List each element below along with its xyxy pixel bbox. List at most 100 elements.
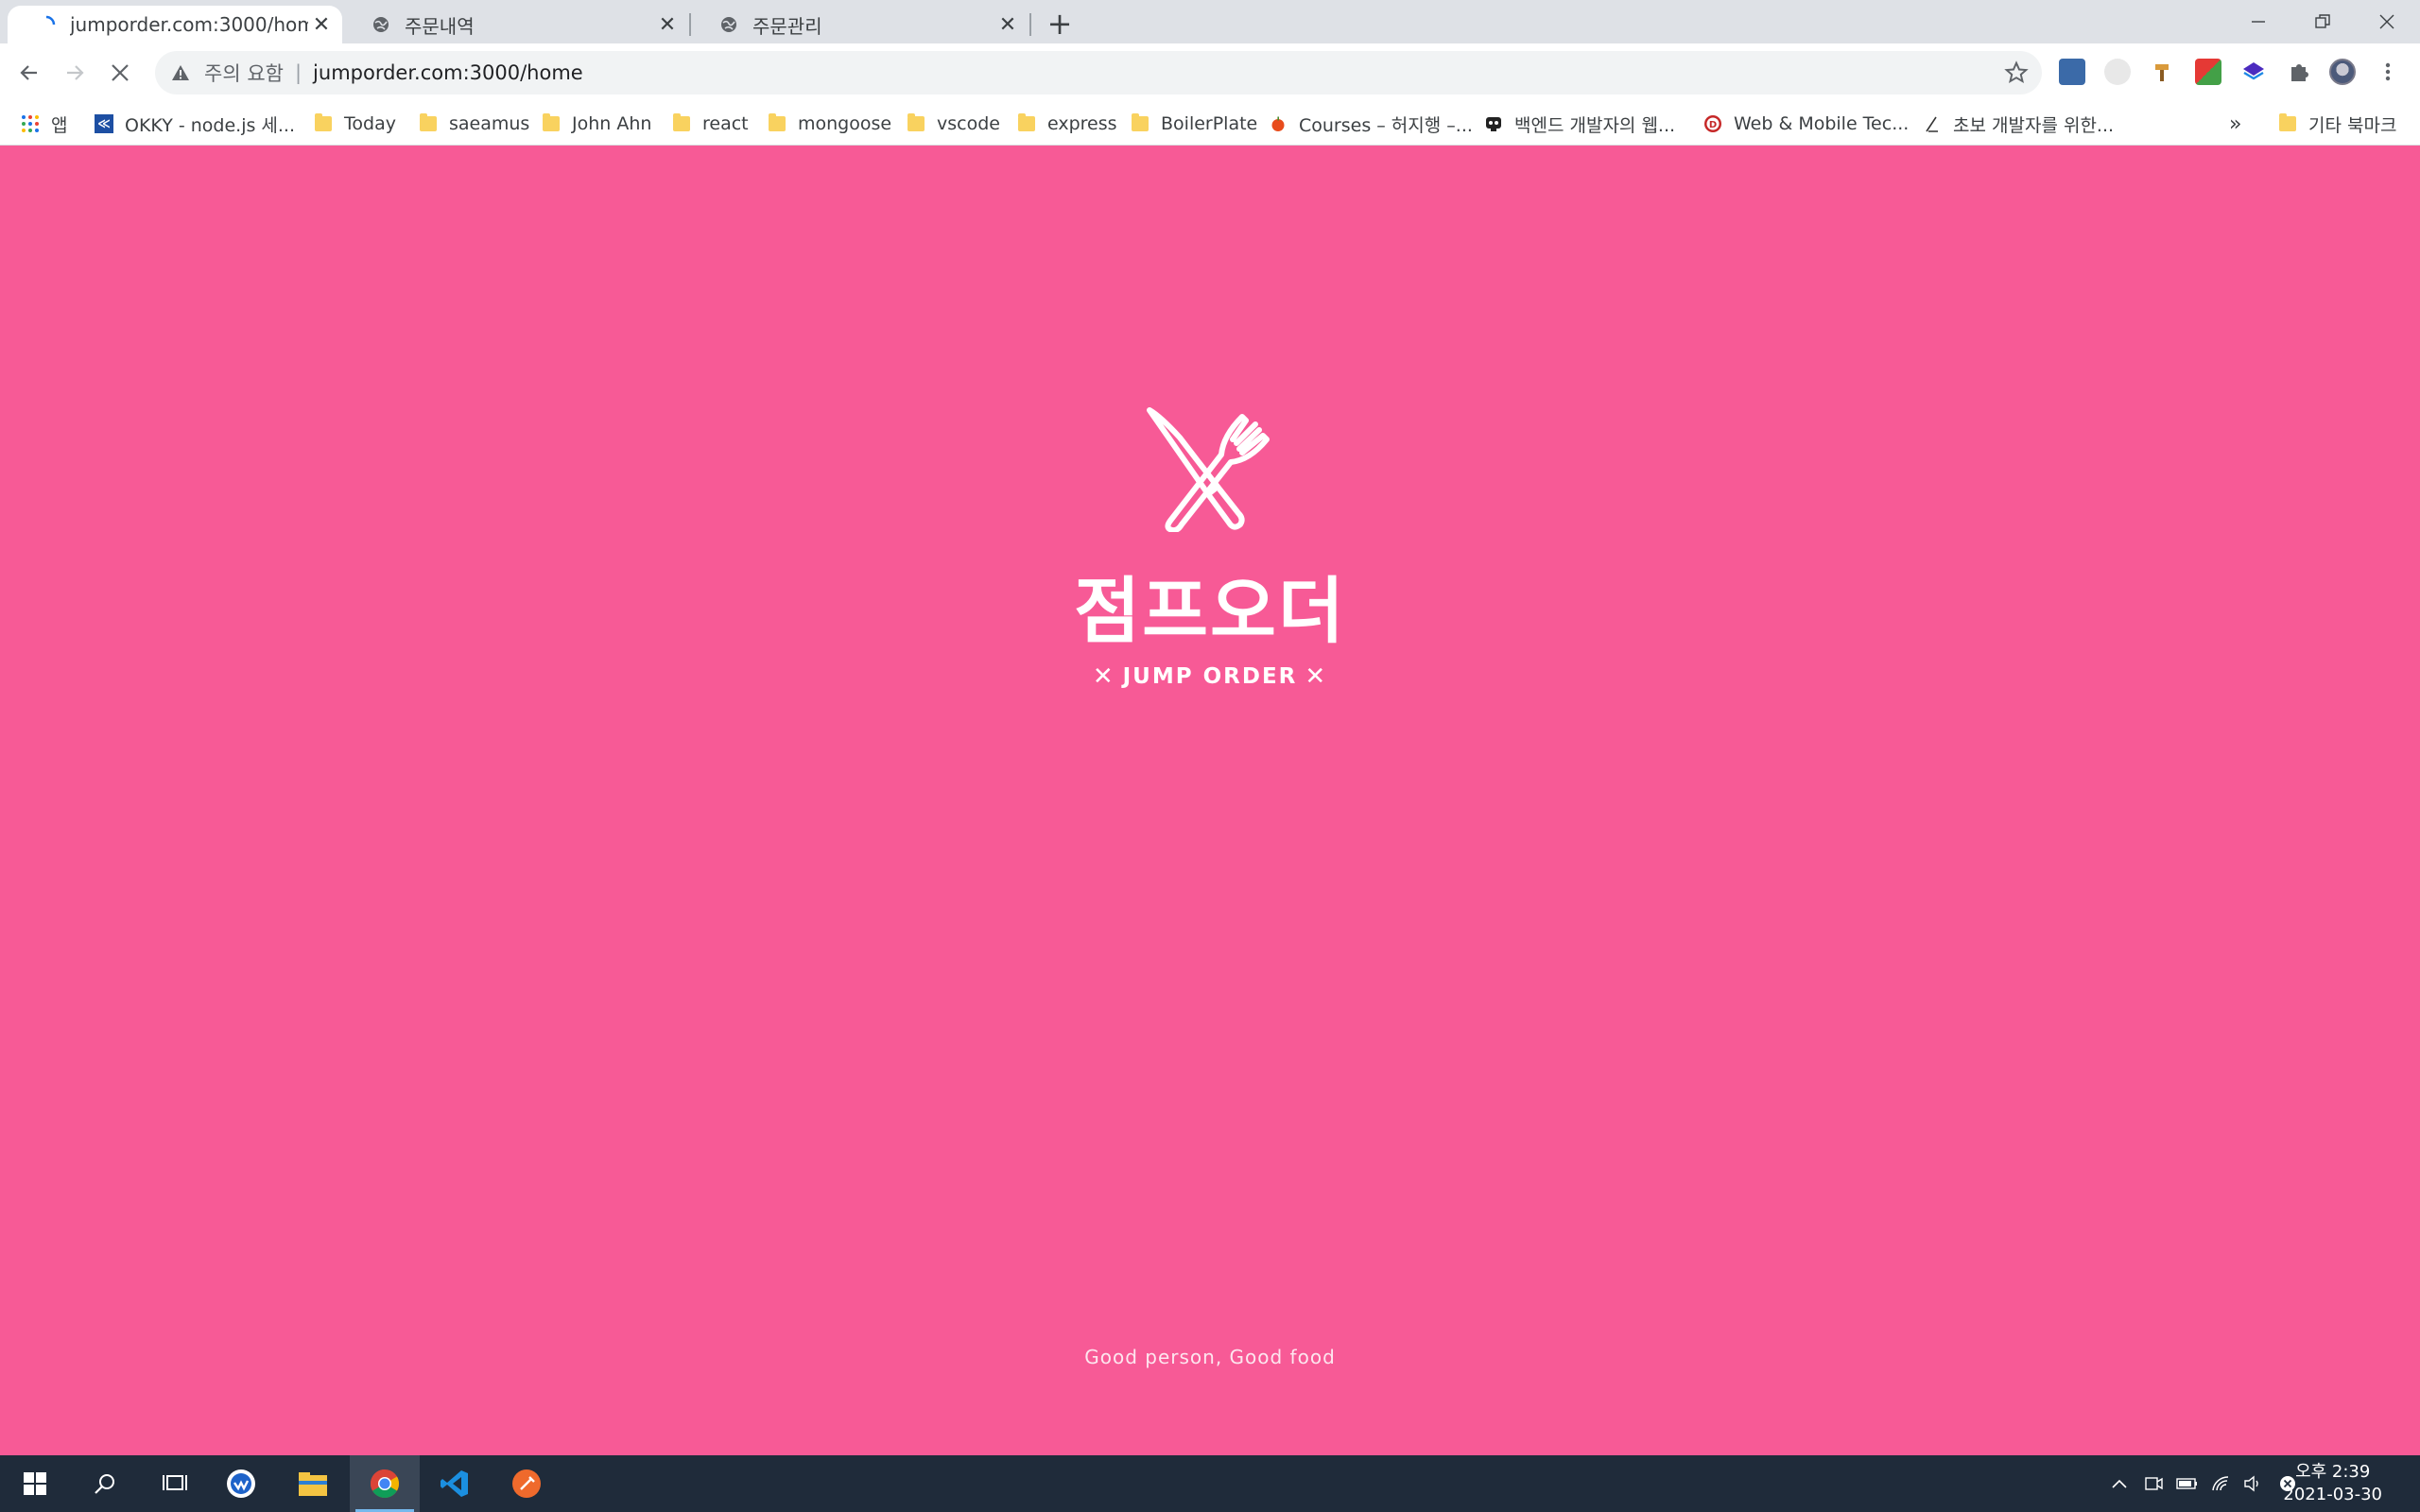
tab-title: 주문관리 <box>752 14 822 38</box>
wifi-tray-icon[interactable] <box>2210 1472 2233 1495</box>
splash-page: 점프오더 ✕ JUMP ORDER ✕ Good person, Good fo… <box>0 146 2420 1455</box>
extension-hammer-icon[interactable] <box>2150 59 2176 85</box>
bookmark-item[interactable]: BoilerPlate <box>1131 110 1257 138</box>
bookmark-item[interactable]: react <box>672 110 749 138</box>
extension-star-icon[interactable] <box>2059 59 2085 85</box>
new-tab-button[interactable]: + <box>1044 6 1076 42</box>
taskbar-app-postman[interactable] <box>492 1455 562 1512</box>
loading-spinner-icon <box>36 14 57 35</box>
clock-date: 2021-03-30 <box>2283 1485 2382 1504</box>
close-tab-icon[interactable]: ✕ <box>994 11 1021 38</box>
bookmark-item[interactable]: express <box>1017 110 1117 138</box>
bookmark-apps[interactable]: 앱 <box>21 110 67 138</box>
start-button[interactable] <box>0 1455 70 1512</box>
bookmarks-bar: 앱 ≪ OKKY - node.js 세... Today saeamus Jo… <box>0 102 2420 146</box>
postman-icon <box>512 1469 541 1498</box>
svg-text:D: D <box>1709 120 1717 130</box>
bookmark-item[interactable]: saeamus <box>419 110 529 138</box>
bookmark-label: John Ahn <box>572 113 652 134</box>
camera-tray-icon[interactable] <box>2142 1472 2165 1495</box>
windows-logo-icon <box>24 1472 46 1495</box>
crossed-utensils-icon: ✕ <box>1092 662 1115 691</box>
bookmark-item[interactable]: mongoose <box>768 110 891 138</box>
extension-face-icon[interactable] <box>2104 59 2131 85</box>
bookmark-item[interactable]: D Web & Mobile Tec... <box>1703 110 1909 138</box>
okky-icon: ≪ <box>95 114 113 133</box>
bookmark-label: BoilerPlate <box>1161 113 1258 134</box>
close-window-button[interactable] <box>2354 0 2420 43</box>
bookmarks-overflow-button[interactable]: » <box>2229 110 2241 138</box>
vscode-icon <box>441 1470 468 1497</box>
bookmark-item[interactable]: John Ahn <box>542 110 651 138</box>
bookmark-label: saeamus <box>449 113 530 134</box>
pen-icon <box>1923 114 1942 133</box>
bookmark-item[interactable]: 백엔드 개발자의 웹... <box>1484 110 1675 138</box>
url-text[interactable]: jumporder.com:3000/home <box>313 61 583 84</box>
bookmark-label: Courses – 허지행 –... <box>1299 114 1473 136</box>
search-button[interactable] <box>70 1455 140 1512</box>
bookmark-item[interactable]: vscode <box>907 110 1000 138</box>
tab-order-history[interactable]: 주문내역 ✕ <box>342 6 688 43</box>
tray-overflow-chevron-icon[interactable] <box>2108 1472 2131 1495</box>
brand-title-korean: 점프오더 <box>1074 569 1346 653</box>
folder-icon <box>1131 113 1150 133</box>
extension-layers-icon[interactable] <box>2240 59 2267 85</box>
bookmark-label: 기타 북마크 <box>2308 114 2397 136</box>
bookmark-label: Today <box>344 113 396 134</box>
address-bar[interactable]: 주의 요함 | jumporder.com:3000/home <box>155 51 2042 94</box>
menu-kebab-icon[interactable] <box>2375 59 2401 85</box>
folder-icon <box>672 113 691 133</box>
security-warning-label[interactable]: 주의 요함 <box>204 59 284 87</box>
overflow-chevron-icon: » <box>2229 112 2242 136</box>
volume-tray-icon[interactable] <box>2242 1472 2265 1495</box>
restore-button[interactable] <box>2290 0 2356 43</box>
bookmark-label: 초보 개발자를 위한... <box>1953 114 2115 136</box>
bookmark-item[interactable]: ≪ OKKY - node.js 세... <box>95 110 295 138</box>
extension-color-icon[interactable] <box>2195 59 2221 85</box>
task-view-button[interactable] <box>140 1455 210 1512</box>
bookmark-label: OKKY - node.js 세... <box>125 114 296 136</box>
other-bookmarks-folder[interactable]: 기타 북마크 <box>2278 110 2396 138</box>
back-button[interactable] <box>11 55 47 91</box>
profile-avatar[interactable] <box>2329 59 2356 85</box>
chrome-icon <box>370 1469 400 1499</box>
battery-tray-icon[interactable] <box>2176 1472 2199 1495</box>
bookmark-label: Web & Mobile Tec... <box>1734 113 1910 134</box>
folder-icon <box>314 113 333 133</box>
search-icon <box>95 1474 114 1494</box>
bookmark-item[interactable]: Today <box>314 110 396 138</box>
bookmark-label: 앱 <box>51 114 68 136</box>
close-tab-icon[interactable]: ✕ <box>308 11 335 38</box>
tab-title: jumporder.com:3000/home <box>70 13 308 36</box>
windows-taskbar: 오후 2:39 2021-03-30 <box>0 1455 2420 1512</box>
taskbar-app-chrome[interactable] <box>350 1455 420 1512</box>
folder-icon <box>542 113 561 133</box>
folder-icon <box>1017 113 1036 133</box>
tab-title: 주문내역 <box>405 14 475 38</box>
globe-icon <box>718 14 739 35</box>
extensions-puzzle-icon[interactable] <box>2286 59 2312 85</box>
apple-icon <box>1269 114 1288 133</box>
taskbar-clock[interactable]: 오후 2:39 2021-03-30 <box>2283 1461 2382 1506</box>
tab-order-management[interactable]: 주문관리 ✕ <box>690 6 1028 43</box>
minimize-button[interactable] <box>2225 0 2291 43</box>
bookmark-item[interactable]: 초보 개발자를 위한... <box>1923 110 2114 138</box>
close-tab-icon[interactable]: ✕ <box>654 11 681 38</box>
close-icon <box>112 64 129 81</box>
folder-icon <box>768 113 786 133</box>
tab-jumporder-home[interactable]: jumporder.com:3000/home ✕ <box>8 6 342 43</box>
taskbar-app-vscode[interactable] <box>420 1455 490 1512</box>
bookmark-item[interactable]: Courses – 허지행 –... <box>1269 110 1473 138</box>
whale-browser-icon <box>227 1469 255 1498</box>
apps-grid-icon <box>21 114 40 133</box>
stop-loading-button[interactable] <box>102 55 138 91</box>
forward-button[interactable] <box>57 55 93 91</box>
taskbar-app-file-explorer[interactable] <box>278 1455 348 1512</box>
bookmark-star-icon[interactable] <box>2004 60 2029 85</box>
warning-triangle-icon[interactable] <box>170 62 191 83</box>
fc-icon: D <box>1703 114 1722 133</box>
taskbar-app-whale[interactable] <box>206 1455 276 1512</box>
globe-icon <box>371 14 391 35</box>
tab-divider <box>1029 13 1031 36</box>
clock-time: 오후 2:39 <box>2295 1462 2371 1482</box>
